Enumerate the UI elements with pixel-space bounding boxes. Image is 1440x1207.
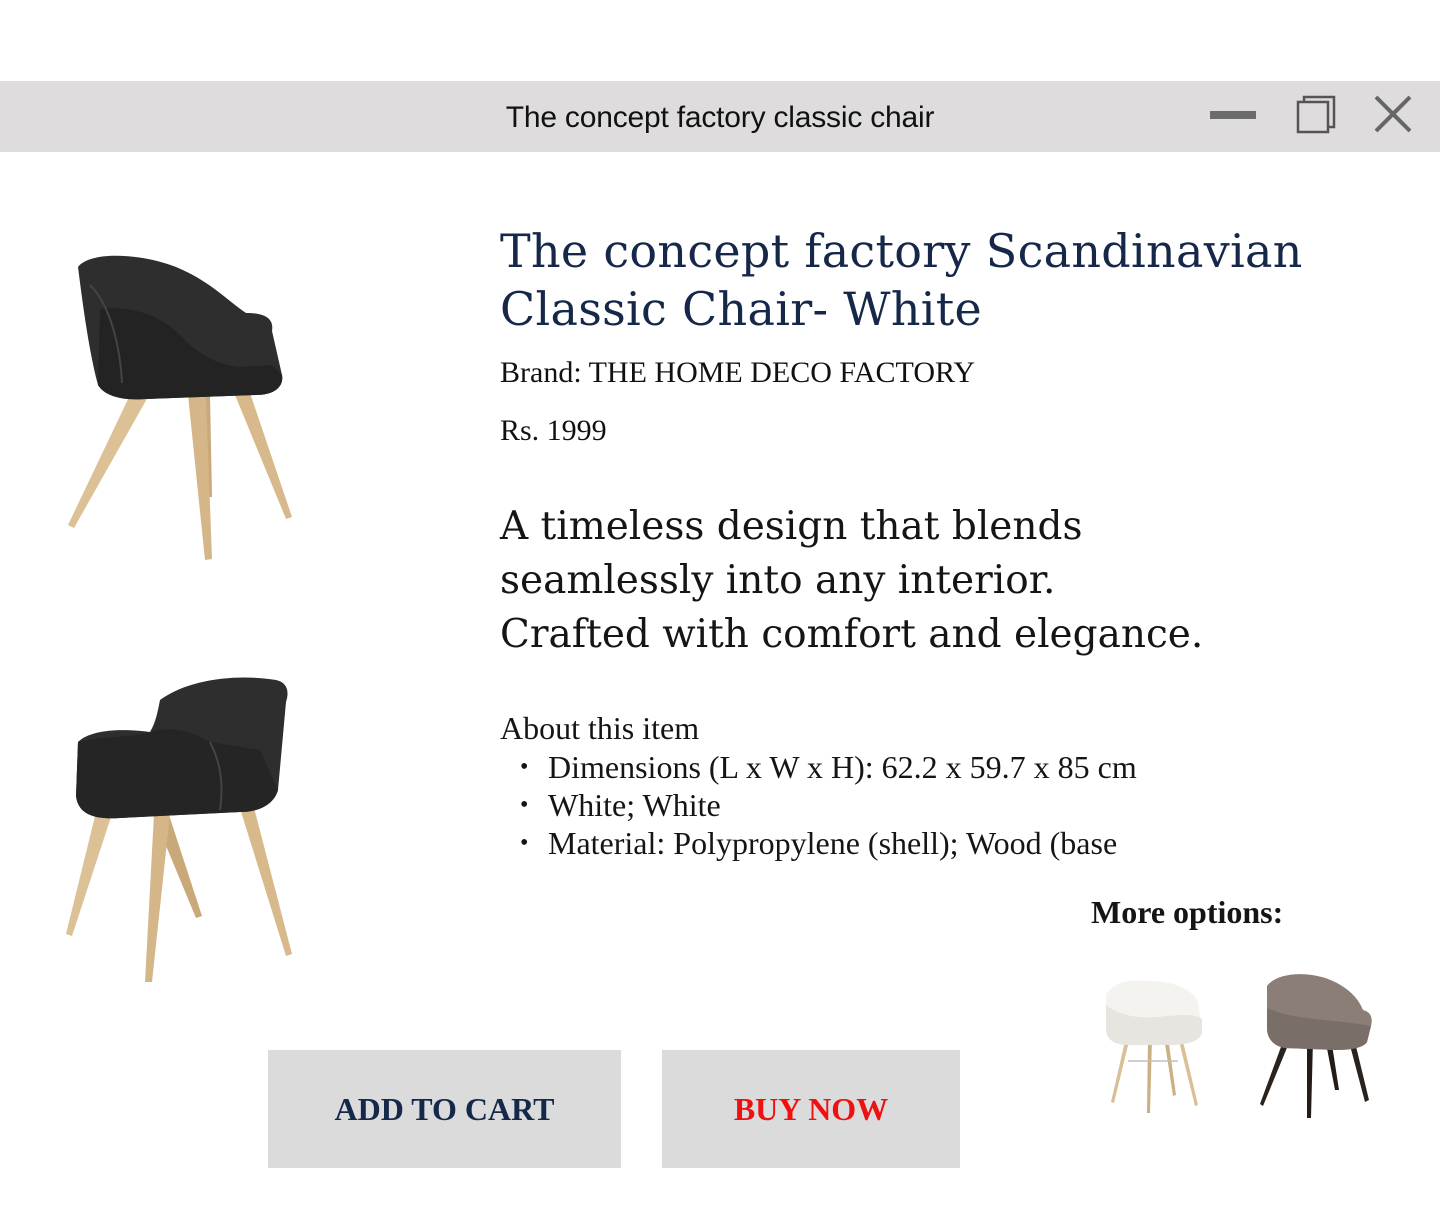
more-options-label: More options:	[1091, 894, 1284, 930]
about-heading: About this item	[500, 710, 700, 746]
close-icon	[1374, 95, 1412, 133]
about-item-text: Dimensions (L x W x H): 62.2 x 59.7 x 85…	[548, 749, 1137, 785]
product-description: A timeless design that blends seamlessly…	[500, 500, 1360, 662]
buy-now-button[interactable]: BUY NOW	[662, 1050, 960, 1168]
product-price: Rs. 1999	[500, 414, 607, 447]
bullet-icon: •	[520, 754, 529, 780]
bullet-icon: •	[520, 830, 529, 856]
product-page: The concept factory classic chair The co…	[0, 0, 1440, 1207]
option-white-chair[interactable]	[1098, 975, 1210, 1115]
about-list-item: • Dimensions (L x W x H): 62.2 x 59.7 x …	[500, 748, 1137, 786]
option-taupe-chair[interactable]	[1255, 968, 1377, 1123]
about-item-text: White; White	[548, 787, 721, 823]
maximize-icon	[1296, 95, 1336, 134]
add-to-cart-button[interactable]: ADD TO CART	[268, 1050, 621, 1168]
close-button[interactable]	[1368, 81, 1420, 152]
about-list-item: • White; White	[500, 786, 1137, 824]
description-line: Crafted with comfort and elegance.	[500, 612, 1204, 657]
product-brand: Brand: THE HOME DECO FACTORY	[500, 356, 976, 389]
minimize-icon	[1210, 111, 1256, 119]
maximize-button[interactable]	[1290, 81, 1340, 152]
about-list: • Dimensions (L x W x H): 62.2 x 59.7 x …	[500, 748, 1137, 862]
product-image-front	[66, 677, 292, 982]
about-list-item: • Material: Polypropylene (shell); Wood …	[500, 824, 1137, 862]
description-line: A timeless design that blends	[500, 504, 1083, 549]
minimize-button[interactable]	[1205, 81, 1261, 152]
description-line: seamlessly into any interior.	[500, 558, 1056, 603]
product-image-side	[68, 255, 292, 560]
product-title: The concept factory Scandinavian Classic…	[500, 224, 1303, 336]
window-titlebar: The concept factory classic chair	[0, 81, 1440, 152]
about-item-text: Material: Polypropylene (shell); Wood (b…	[548, 825, 1118, 861]
bullet-icon: •	[520, 792, 529, 818]
